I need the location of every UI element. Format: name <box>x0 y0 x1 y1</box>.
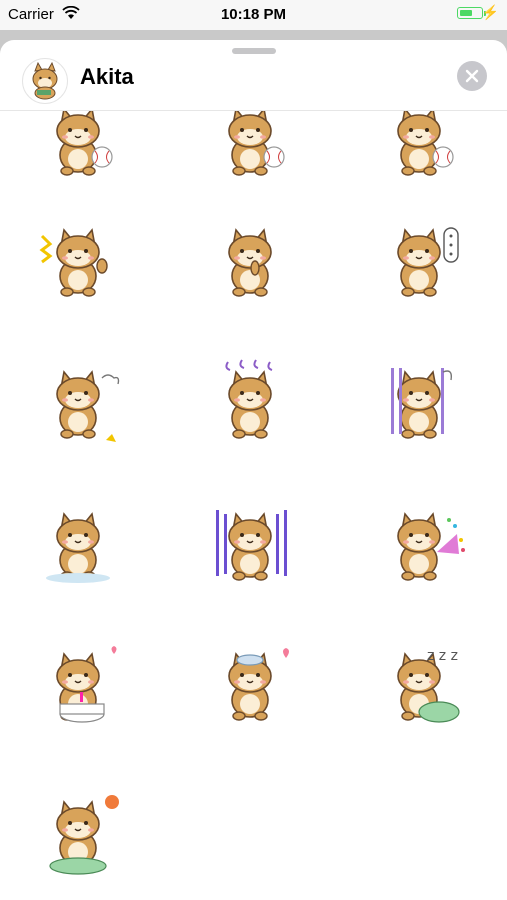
status-time: 10:18 PM <box>220 6 287 23</box>
sticker-ellipsis-bubble[interactable] <box>369 206 469 306</box>
sticker-waving[interactable] <box>28 206 128 306</box>
sticker-frustrated[interactable] <box>28 348 128 448</box>
battery-level <box>460 10 472 16</box>
sticker-party-popper[interactable] <box>369 490 469 590</box>
sticker-shy[interactable] <box>28 490 128 590</box>
page-title: Akita <box>80 64 134 89</box>
status-bar: Carrier 10:18 PM ⚡ <box>0 0 507 30</box>
akita-dog-icon <box>391 368 453 439</box>
svg-text:z z z: z z z <box>427 648 458 664</box>
akita-dog-icon <box>56 370 120 442</box>
akita-dog-icon <box>216 510 287 581</box>
sticker-sleeping[interactable]: z z z <box>369 630 469 730</box>
sticker-grid: z z z <box>0 40 507 900</box>
sticker-thinking[interactable] <box>200 206 300 306</box>
close-button[interactable] <box>457 61 487 91</box>
akita-dog-icon <box>228 228 272 297</box>
charging-bolt-icon: ⚡ <box>481 4 499 20</box>
sticker-shocked[interactable] <box>369 348 469 448</box>
akita-dog-icon <box>56 646 117 723</box>
akita-dog-icon <box>49 795 119 875</box>
sticker-shivering[interactable] <box>200 490 300 590</box>
sticker-bath-heart[interactable] <box>200 630 300 730</box>
akita-dog-icon <box>39 228 108 297</box>
sticker-gloomy[interactable] <box>200 348 300 448</box>
battery-icon <box>457 7 483 19</box>
app-icon <box>22 58 68 104</box>
akita-dog-icon <box>46 512 110 583</box>
sticker-birthday-cake[interactable] <box>28 630 128 730</box>
akita-dog-icon <box>228 648 289 721</box>
akita-dog-icon <box>397 512 465 581</box>
akita-dog-icon <box>225 359 273 439</box>
sheet-header: Akita <box>0 54 507 111</box>
sticker-waking-up[interactable] <box>28 778 128 878</box>
sticker-sheet: z z z Akita <box>0 40 507 900</box>
akita-dog-icon: z z z <box>397 648 460 723</box>
akita-dog-icon <box>397 227 459 297</box>
close-icon <box>465 69 479 83</box>
